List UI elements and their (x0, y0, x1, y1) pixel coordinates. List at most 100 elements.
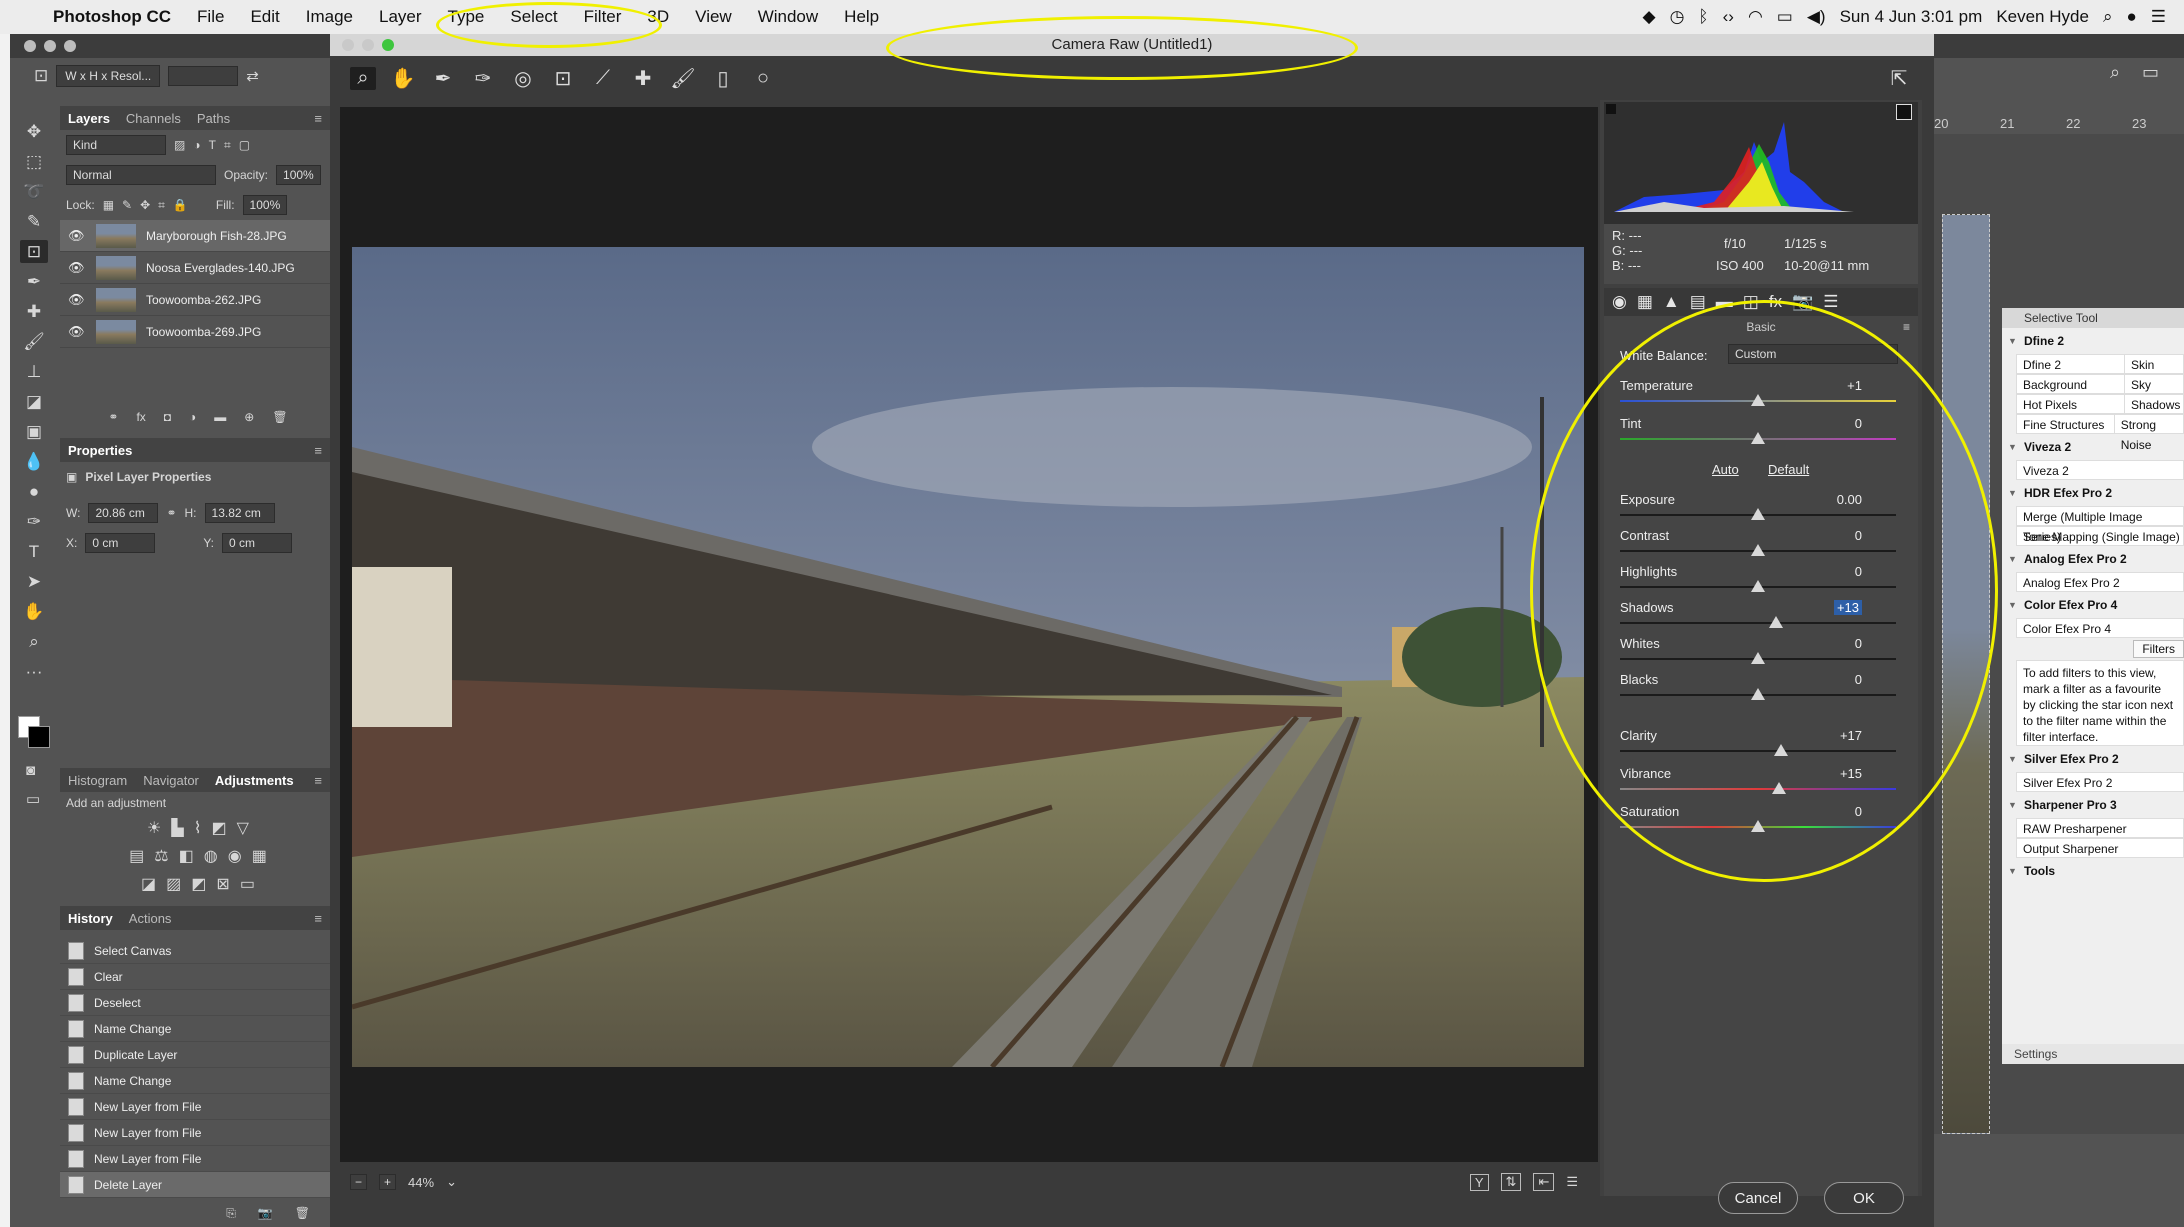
eraser-tool-icon[interactable]: ◪ (20, 390, 48, 413)
slider-handle[interactable] (1751, 508, 1765, 520)
notification-center-icon[interactable]: ☰ (2151, 7, 2166, 27)
color-lookup-icon[interactable]: ▦ (252, 846, 267, 866)
highlight-clipping-toggle[interactable] (1896, 104, 1912, 120)
tab-navigator[interactable]: Navigator (143, 773, 199, 788)
brush-tool-icon[interactable]: 🖌 (20, 330, 48, 353)
menu-image[interactable]: Image (293, 7, 366, 27)
panel-menu-icon[interactable]: ≡ (314, 443, 330, 458)
healing-brush-tool-icon[interactable]: ✚ (20, 300, 48, 323)
slider-handle[interactable] (1768, 616, 1783, 628)
tab-histogram[interactable]: Histogram (68, 773, 127, 788)
slider-contrast[interactable]: Contrast 0 (1620, 528, 1896, 568)
slider-vibrance[interactable]: Vibrance +15 (1620, 766, 1896, 806)
slider-track[interactable] (1620, 622, 1896, 624)
minimize-dialog-button[interactable] (362, 39, 374, 51)
effects-tab-icon[interactable]: fx (1769, 292, 1782, 312)
filter-smart-object-icon[interactable]: ▢ (239, 138, 250, 152)
menubar-user[interactable]: Keven Hyde (1996, 7, 2089, 27)
new-snapshot-icon[interactable]: 📷 (258, 1206, 273, 1220)
type-tool-icon[interactable]: T (20, 540, 48, 563)
wifi-icon[interactable]: ◠ (1748, 7, 1763, 27)
filter-item[interactable]: Silver Efex Pro 2 (2016, 772, 2184, 792)
posterize-icon[interactable]: ▨ (166, 874, 181, 894)
time-machine-icon[interactable]: ◷ (1670, 7, 1685, 27)
menu-layer[interactable]: Layer (366, 7, 435, 27)
section-header[interactable]: Tools (2002, 858, 2184, 884)
crop-width-field[interactable] (168, 66, 239, 86)
visibility-eye-icon[interactable]: 👁 (68, 292, 86, 308)
preview-prefs-icon[interactable]: ☰ (1566, 1174, 1578, 1190)
invert-icon[interactable]: ◪ (141, 874, 156, 894)
section-header[interactable]: Silver Efex Pro 2 (2002, 746, 2184, 772)
zoom-window-button[interactable] (64, 40, 76, 52)
slider-track[interactable] (1620, 750, 1896, 752)
split-toning-tab-icon[interactable]: ▬ (1716, 292, 1733, 312)
layer-kind-filter[interactable]: Kind (66, 135, 166, 155)
blend-mode-select[interactable]: Normal (66, 165, 216, 185)
photo-preview[interactable] (352, 247, 1584, 1067)
crop-tool-icon[interactable]: ⊡ (34, 66, 48, 86)
history-item[interactable]: Name Change (60, 1068, 330, 1094)
history-item[interactable]: New Layer from File (60, 1146, 330, 1172)
x-field[interactable]: 0 cm (85, 533, 156, 553)
add-mask-icon[interactable]: ◘ (164, 410, 171, 424)
panel-menu-icon[interactable]: ≡ (314, 911, 330, 926)
layer-row[interactable]: 👁 Noosa Everglades-140.JPG (60, 252, 330, 284)
opacity-field[interactable]: 100% (276, 165, 321, 185)
curves-icon[interactable]: ⌇ (194, 818, 202, 838)
filter-item[interactable]: Color Efex Pro 4 (2016, 618, 2184, 638)
more-tools-icon[interactable]: ··· (20, 660, 48, 683)
color-sampler-tool-icon[interactable]: ✑ (470, 66, 496, 91)
fullscreen-toggle-icon[interactable]: ⇱ (1886, 66, 1912, 91)
filter-item[interactable]: RAW Presharpener (2016, 818, 2184, 838)
slider-value[interactable]: 0 (1855, 416, 1862, 431)
filter-item[interactable]: Fine Structures (2017, 415, 2115, 433)
slider-tint[interactable]: Tint 0 (1620, 416, 1896, 456)
slider-value[interactable]: 0 (1855, 804, 1862, 819)
zoom-level[interactable]: 44% (408, 1175, 434, 1190)
background-color-swatch[interactable] (28, 726, 50, 748)
filter-item[interactable]: Shadows (2125, 395, 2180, 413)
tab-history[interactable]: History (68, 911, 113, 926)
menu-view[interactable]: View (682, 7, 745, 27)
slider-handle[interactable] (1751, 580, 1765, 592)
slider-temperature[interactable]: Temperature +1 (1620, 378, 1896, 418)
color-balance-icon[interactable]: ⚖ (154, 846, 168, 866)
close-dialog-button[interactable] (342, 39, 354, 51)
filter-item[interactable]: Viveza 2 (2016, 460, 2184, 480)
y-field[interactable]: 0 cm (222, 533, 293, 553)
filter-adjustment-icon[interactable]: ◑ (193, 138, 200, 152)
history-item[interactable]: Delete Layer (60, 1172, 330, 1198)
filter-row[interactable]: Dfine 2 Skin (2016, 354, 2184, 374)
section-header[interactable]: Color Efex Pro 4 (2002, 592, 2184, 618)
menubar-clock[interactable]: Sun 4 Jun 3:01 pm (1840, 7, 1983, 27)
slider-value[interactable]: 0 (1855, 672, 1862, 687)
visibility-eye-icon[interactable]: 👁 (68, 228, 86, 244)
layer-row[interactable]: 👁 Toowoomba-269.JPG (60, 316, 330, 348)
airplay-icon[interactable]: ▭ (1777, 7, 1793, 27)
slider-whites[interactable]: Whites 0 (1620, 636, 1896, 676)
slider-value[interactable]: 0 (1855, 528, 1862, 543)
path-select-tool-icon[interactable]: ➤ (20, 570, 48, 593)
lasso-tool-icon[interactable]: ➰ (20, 180, 48, 203)
pen-tool-icon[interactable]: ✑ (20, 510, 48, 533)
hue-saturation-icon[interactable]: ▤ (129, 846, 144, 866)
swap-settings-icon[interactable]: ⇅ (1500, 1173, 1522, 1191)
zoom-menu-chevron-icon[interactable]: ⌄ (446, 1174, 457, 1190)
history-item[interactable]: Deselect (60, 990, 330, 1016)
close-window-button[interactable] (24, 40, 36, 52)
tone-curve-tab-icon[interactable]: ▦ (1637, 292, 1653, 312)
filter-item[interactable]: Hot Pixels (2017, 395, 2125, 413)
bluetooth-icon[interactable]: ᛒ (1698, 7, 1708, 27)
height-field[interactable]: 13.82 cm (204, 503, 275, 523)
filter-type-icon[interactable]: T (209, 138, 216, 152)
crop-ratio-select[interactable]: W x H x Resol... (56, 65, 161, 87)
lens-tab-icon[interactable]: ◫ (1743, 292, 1759, 312)
slider-handle[interactable] (1751, 432, 1765, 444)
camera-calibration-tab-icon[interactable]: 📷 (1792, 292, 1813, 312)
layer-style-icon[interactable]: fx (136, 410, 145, 424)
swap-icon[interactable]: ⇄ (246, 67, 259, 85)
layer-row[interactable]: 👁 Maryborough Fish-28.JPG (60, 220, 330, 252)
slider-saturation[interactable]: Saturation 0 (1620, 804, 1896, 844)
basic-tab-icon[interactable]: ◉ (1612, 292, 1627, 312)
